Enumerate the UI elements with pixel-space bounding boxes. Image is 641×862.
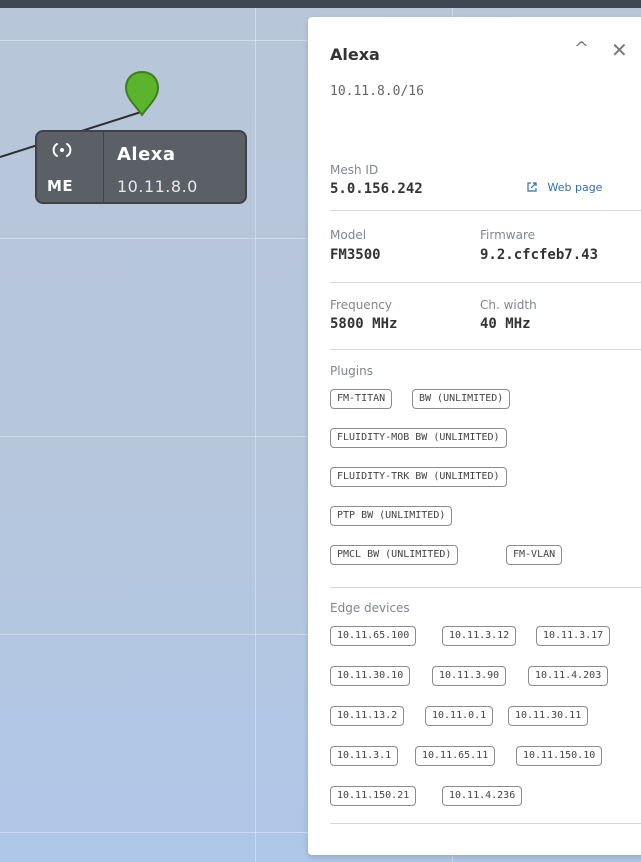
panel-title: Alexa — [330, 45, 380, 64]
model-value: FM3500 — [330, 247, 381, 263]
plugin-chip: BW (UNLIMITED) — [412, 389, 511, 409]
radio-icon — [52, 143, 72, 157]
edge-device-chip: 10.11.65.100 — [330, 626, 417, 646]
node-role-column: ME — [37, 132, 104, 202]
edge-device-chip: 10.11.150.10 — [516, 746, 603, 766]
plugin-chip: FLUIDITY-MOB BW (UNLIMITED) — [330, 428, 507, 448]
edge-device-chip: 10.11.3.17 — [536, 626, 611, 646]
edge-device-chip: 10.11.3.90 — [432, 666, 507, 686]
edge-device-chip: 10.11.3.1 — [330, 746, 399, 766]
panel-subnet: 10.11.8.0/16 — [330, 84, 424, 99]
edge-device-chip: 10.11.13.2 — [330, 706, 405, 726]
edge-device-chip: 10.11.65.11 — [415, 746, 496, 766]
map-pin-icon[interactable] — [120, 70, 164, 118]
chevron-up-icon[interactable]: ^ — [574, 38, 589, 59]
node-name: Alexa — [117, 144, 176, 165]
plugin-chip: FM-TITAN — [330, 389, 393, 409]
model-firmware-section: Model FM3500 Firmware 9.2.cfcfeb7.43 — [330, 210, 641, 283]
edge-device-chip: 10.11.3.12 — [442, 626, 517, 646]
edge-device-chip: 10.11.4.203 — [528, 666, 609, 686]
plugin-chip: FM-VLAN — [506, 545, 563, 565]
edge-device-chip: 10.11.30.11 — [508, 706, 589, 726]
device-details-panel: Alexa 10.11.8.0/16 ^ ✕ Mesh ID 5.0.156.2… — [308, 17, 641, 855]
model-label: Model — [330, 228, 367, 242]
plugin-chip: PMCL BW (UNLIMITED) — [330, 545, 459, 565]
edge-device-chip: 10.11.0.1 — [425, 706, 494, 726]
edge-device-chip: 10.11.4.236 — [442, 786, 523, 806]
edge-devices-section: Edge devices 10.11.65.100 10.11.3.12 10.… — [330, 587, 641, 824]
panel-header: Alexa 10.11.8.0/16 ^ ✕ — [308, 17, 641, 137]
frequency-label: Frequency — [330, 298, 392, 312]
plugins-section: Plugins FM-TITAN BW (UNLIMITED) FLUIDITY… — [330, 349, 641, 588]
plugin-chip: PTP BW (UNLIMITED) — [330, 506, 453, 526]
mesh-id-label: Mesh ID — [330, 163, 379, 177]
web-page-label: Web page — [547, 181, 603, 194]
edge-device-chip: 10.11.30.10 — [330, 666, 411, 686]
chwidth-label: Ch. width — [480, 298, 537, 312]
web-page-link[interactable]: Web page — [526, 181, 602, 194]
radio-section: Frequency 5800 MHz Ch. width 40 MHz — [330, 282, 641, 350]
node-ip: 10.11.8.0 — [117, 177, 198, 196]
close-icon[interactable]: ✕ — [611, 40, 628, 60]
plugin-chip: FLUIDITY-TRK BW (UNLIMITED) — [330, 467, 507, 487]
firmware-value: 9.2.cfcfeb7.43 — [480, 247, 599, 263]
edge-device-chip: 10.11.150.21 — [330, 786, 417, 806]
frequency-value: 5800 MHz — [330, 316, 398, 332]
mesh-section: Mesh ID 5.0.156.242 Web page — [330, 137, 641, 211]
chwidth-value: 40 MHz — [480, 316, 531, 332]
plugins-label: Plugins — [330, 364, 373, 378]
firmware-label: Firmware — [480, 228, 535, 242]
edge-devices-label: Edge devices — [330, 601, 410, 615]
external-link-icon — [527, 182, 537, 192]
mesh-id-value: 5.0.156.242 — [330, 181, 423, 197]
node-card[interactable]: ME Alexa 10.11.8.0 — [35, 130, 247, 204]
node-role: ME — [47, 177, 74, 195]
